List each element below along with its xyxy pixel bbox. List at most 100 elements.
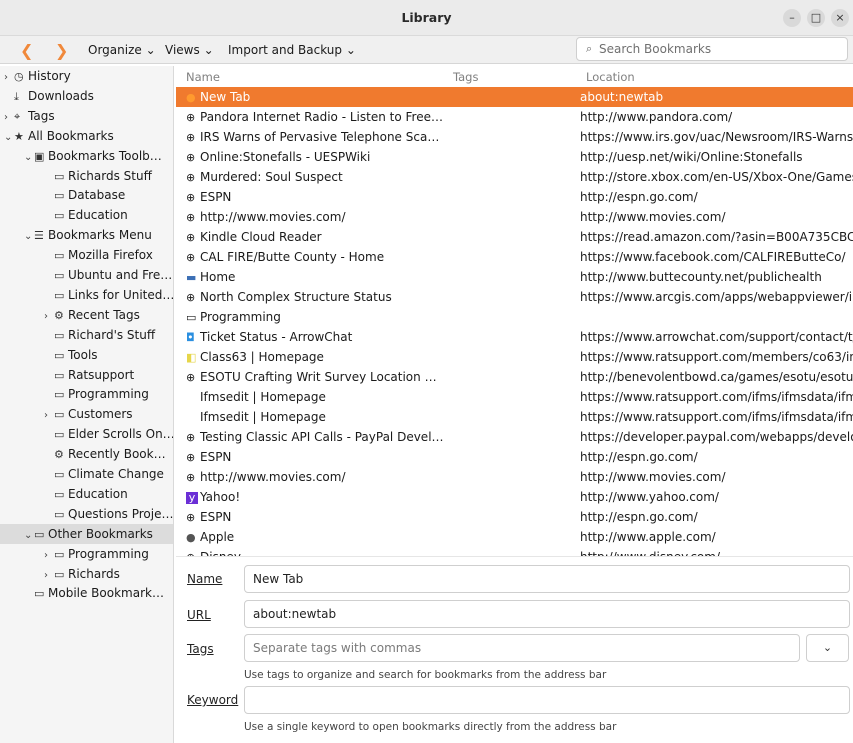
table-row[interactable]: ⊕ Online:Stonefalls - UESPWiki http://uesp… — [176, 147, 853, 167]
organize-menu-button[interactable]: Organize ⌄ — [88, 43, 156, 57]
sidebar-item[interactable]: ⚙ Recently Book… — [0, 444, 173, 464]
table-row[interactable]: ▭ Programming — [176, 307, 853, 327]
column-header-tags[interactable]: Tags — [453, 70, 478, 84]
row-location-cell: http://www.disney.com/ — [580, 547, 853, 556]
table-row[interactable]: ⊕ ESPN http://espn.go.com/ — [176, 507, 853, 527]
table-row[interactable]: ⊕ Murdered: Soul Suspect http://store.xbox… — [176, 167, 853, 187]
sidebar-item[interactable]: › ◷ History — [0, 66, 173, 86]
close-icon[interactable]: × — [831, 9, 849, 27]
row-name-text: Programming — [200, 310, 281, 324]
window-title: Library — [401, 10, 452, 25]
sidebar-item[interactable]: ▭ Richards Stuff — [0, 166, 173, 186]
table-row[interactable]: ● New Tab about:newtab — [176, 87, 853, 107]
row-name-text: http://www.movies.com/ — [200, 470, 346, 484]
keyword-hint: Use a single keyword to open bookmarks d… — [244, 721, 617, 733]
forward-arrow-icon[interactable]: ❯ — [55, 41, 68, 60]
row-location-cell: https://www.facebook.com/CALFIREButteCo/ — [580, 250, 846, 264]
sidebar-item[interactable]: ▭ Ratsupport — [0, 365, 173, 385]
sidebar-item[interactable]: › ▭ Customers — [0, 404, 173, 424]
table-row[interactable]: ⊕ CAL FIRE/Butte County - Home https://www… — [176, 247, 853, 267]
sidebar-item-label: Customers — [68, 407, 133, 422]
column-header-location[interactable]: Location — [586, 70, 635, 84]
chevron-down-icon: ⌄ — [822, 641, 833, 654]
table-row[interactable]: ⊕ North Complex Structure Status https://w… — [176, 287, 853, 307]
import-backup-menu-button[interactable]: Import and Backup ⌄ — [228, 43, 356, 57]
sidebar-item[interactable]: ⤓ Downloads — [0, 86, 173, 106]
globe-icon: ⊕ — [186, 431, 196, 444]
chevron-down-icon: ⌄ — [203, 43, 214, 57]
views-menu-button[interactable]: Views ⌄ — [165, 43, 214, 57]
sidebar-item[interactable]: ▭ Links for United… — [0, 285, 173, 305]
tags-dropdown-button[interactable]: ⌄ — [806, 634, 849, 662]
table-row[interactable]: ◧ Class63 | Homepage https://www.ratsuppor… — [176, 347, 853, 367]
apple-icon: ● — [186, 531, 196, 544]
sidebar-item[interactable]: ▭ Programming — [0, 384, 173, 404]
minimize-icon[interactable]: – — [783, 9, 801, 27]
maximize-icon[interactable]: □ — [807, 9, 825, 27]
sidebar-item[interactable]: › ⚙ Recent Tags — [0, 305, 173, 325]
table-row[interactable]: ⊕ Testing Classic API Calls - PayPal Deve… — [176, 427, 853, 447]
table-row[interactable]: ▬ Home http://www.buttecounty.net/publiche… — [176, 267, 853, 287]
clock-icon: ◷ — [14, 70, 24, 83]
folder-icon: ▭ — [54, 408, 65, 422]
folder-icon: ▭ — [54, 169, 65, 183]
table-row[interactable]: ● Apple http://www.apple.com/ — [176, 527, 853, 547]
sidebar-item[interactable]: ▭ Tools — [0, 345, 173, 365]
sidebar-item[interactable]: ▭ Mozilla Firefox — [0, 245, 173, 265]
table-row[interactable]: Ifmsedit | Homepage https://www.ratsuppor… — [176, 407, 853, 427]
keyword-field[interactable] — [244, 686, 850, 714]
table-row[interactable]: ⊕ ESPN http://espn.go.com/ — [176, 447, 853, 467]
sidebar-item[interactable]: ▭ Climate Change — [0, 464, 173, 484]
table-row[interactable]: ⊕ Pandora Internet Radio - Listen to Free… — [176, 107, 853, 127]
table-row[interactable]: Ifmsedit | Homepage https://www.ratsuppor… — [176, 387, 853, 407]
row-name-cell: ● Apple — [186, 527, 576, 548]
sidebar-item-label: Ubuntu and Fre… — [68, 268, 173, 282]
column-header-name[interactable]: Name — [186, 70, 220, 84]
row-name-text: Class63 | Homepage — [200, 350, 324, 364]
table-row[interactable]: ⊕ IRS Warns of Pervasive Telephone Sca… ht… — [176, 127, 853, 147]
sidebar-item[interactable]: ⌄ ☰ Bookmarks Menu — [0, 225, 173, 245]
row-name-cell: ⊕ Testing Classic API Calls - PayPal Deve… — [186, 427, 576, 448]
row-name-cell: ◧ Class63 | Homepage — [186, 347, 576, 368]
table-row[interactable]: ◘ Ticket Status - ArrowChat https://www.ar… — [176, 327, 853, 347]
sidebar-item[interactable]: › ▭ Richards — [0, 564, 173, 584]
sidebar-item[interactable]: ▭ Ubuntu and Fre… — [0, 265, 173, 285]
row-name-cell: ⊕ Pandora Internet Radio - Listen to Free… — [186, 107, 576, 128]
table-row[interactable]: ⊕ ESOTU Crafting Writ Survey Location … ht… — [176, 367, 853, 387]
table-row[interactable]: ⊕ ESPN http://espn.go.com/ — [176, 187, 853, 207]
globe-icon: ⊕ — [186, 511, 196, 524]
sidebar-item[interactable]: ▭ Questions Proje… — [0, 504, 173, 524]
row-location-cell: https://www.ratsupport.com/ifms/ifmsdata… — [580, 410, 853, 424]
row-name-text: Kindle Cloud Reader — [200, 230, 322, 244]
row-location-cell: http://store.xbox.com/en-US/Xbox-One/Gam… — [580, 170, 853, 184]
row-name-text: Pandora Internet Radio - Listen to Free… — [200, 110, 443, 124]
folder-icon: ▭ — [54, 249, 65, 263]
sidebar-item[interactable]: › ⌖ Tags — [0, 106, 173, 126]
sidebar-item[interactable]: ▭ Mobile Bookmark… — [0, 583, 173, 603]
table-row[interactable]: ⊕ Kindle Cloud Reader https://read.amazon.… — [176, 227, 853, 247]
name-field[interactable] — [244, 565, 850, 593]
tags-field[interactable] — [244, 634, 800, 662]
sidebar-item[interactable]: ⌄ ▭ Other Bookmarks — [0, 523, 173, 544]
sidebar-item-label: Bookmarks Menu — [48, 228, 152, 243]
table-row[interactable]: ⊕ http://www.movies.com/http://www.movies… — [176, 207, 853, 227]
sidebar-item[interactable]: ▭ Richard's Stuff — [0, 325, 173, 345]
sidebar-item[interactable]: ▭ Elder Scrolls On… — [0, 424, 173, 444]
url-field[interactable] — [244, 600, 850, 628]
sidebar-item[interactable]: ▭ Education — [0, 484, 173, 504]
row-location-cell: https://developer.paypal.com/webapps/dev… — [580, 430, 853, 444]
bookmark-list: Name Tags Location ● New Tab about:newtab ⊕… — [176, 66, 853, 556]
sidebar-item[interactable]: ⌄ ▣ Bookmarks Toolb… — [0, 146, 173, 166]
table-row[interactable]: ⊕Disney http://www.disney.com/ — [176, 547, 853, 556]
table-row[interactable]: ⊕ http://www.movies.com/http://www.movies… — [176, 467, 853, 487]
sidebar-item-label: Programming — [68, 546, 149, 561]
table-row[interactable]: y Yahoo! http://www.yahoo.com/ — [176, 487, 853, 507]
sidebar-item[interactable]: ▭ Education — [0, 205, 173, 225]
sidebar-item[interactable]: ▭ Database — [0, 185, 173, 205]
search-box[interactable]: ⌕ — [576, 37, 848, 61]
back-arrow-icon[interactable]: ❮ — [20, 41, 33, 60]
sidebar-item[interactable]: › ▭ Programming — [0, 544, 173, 564]
row-name-cell: ⊕ http://www.movies.com/ — [186, 207, 576, 228]
sidebar-item[interactable]: ⌄ ★ All Bookmarks — [0, 126, 173, 146]
search-input[interactable] — [599, 41, 839, 57]
